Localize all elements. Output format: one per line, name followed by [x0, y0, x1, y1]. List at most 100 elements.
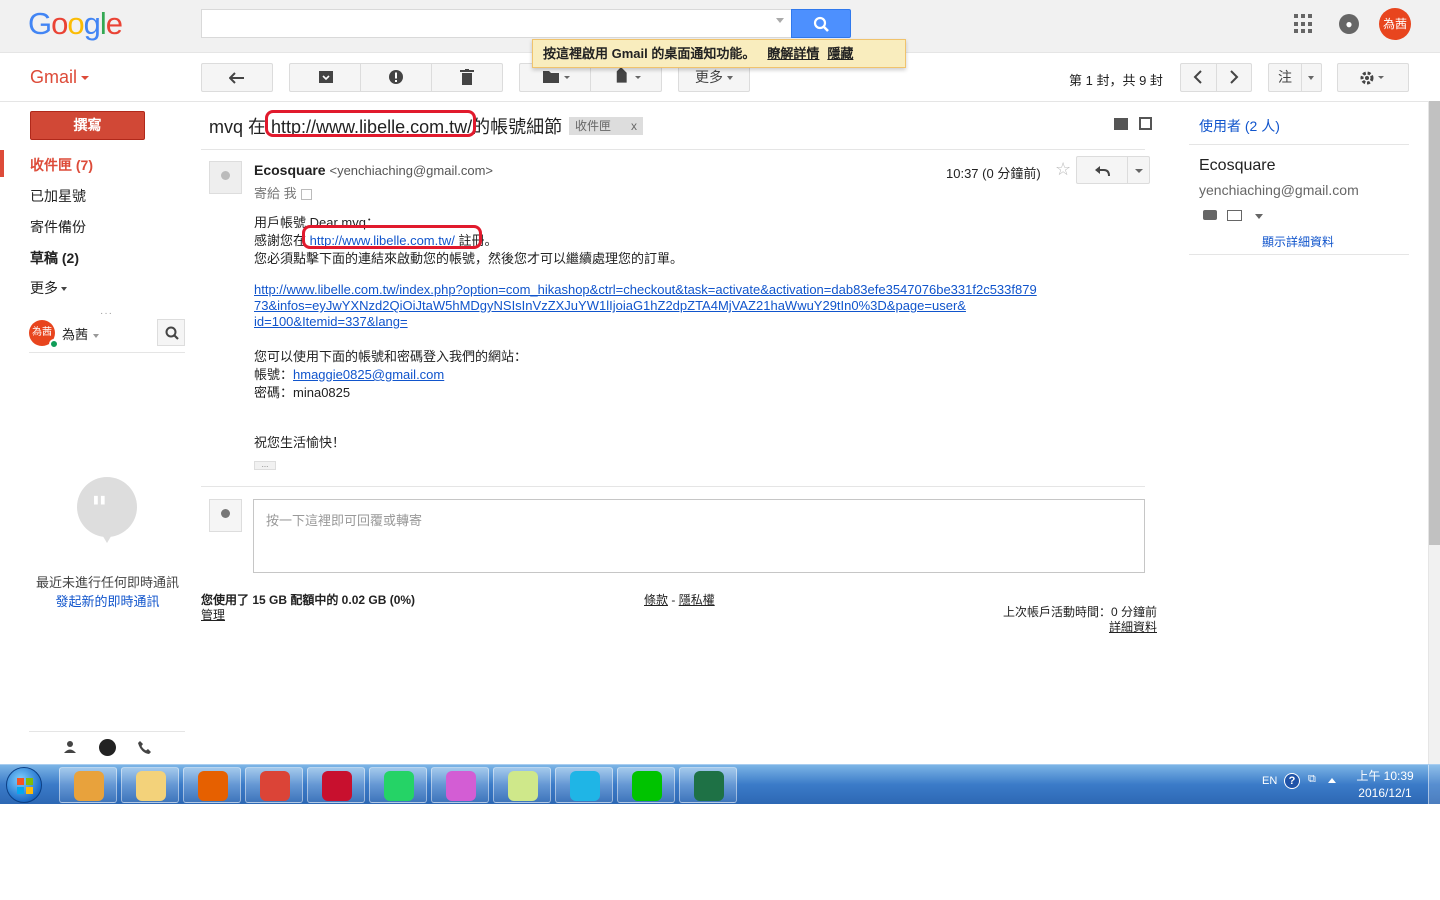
- desktop-notification-banner: 按這裡啟用 Gmail 的桌面通知功能。 瞭解詳情 隱藏: [532, 39, 906, 68]
- hangouts-search-button[interactable]: [157, 319, 185, 346]
- chevron-down-icon[interactable]: [1255, 214, 1263, 219]
- taskbar-file-explorer[interactable]: [121, 767, 179, 803]
- phone-tab-icon[interactable]: [137, 740, 152, 758]
- reply-button[interactable]: [1076, 156, 1128, 184]
- remove-label-icon[interactable]: x: [631, 119, 637, 133]
- language-indicator[interactable]: EN: [1262, 775, 1277, 787]
- show-details-icon[interactable]: [300, 189, 312, 201]
- gear-icon: [1360, 71, 1384, 85]
- taskbar-excel[interactable]: [679, 767, 737, 803]
- learn-more-link[interactable]: 瞭解詳情: [767, 46, 819, 61]
- folder-icon: [543, 71, 570, 83]
- new-window-icon[interactable]: [1139, 117, 1152, 130]
- contact-email: yenchiaching@gmail.com: [1199, 182, 1359, 198]
- scrollbar-thumb[interactable]: [1429, 101, 1440, 545]
- reply-input[interactable]: 按一下這裡即可回覆或轉寄: [253, 499, 1145, 573]
- manage-storage-link[interactable]: 管理: [201, 606, 225, 623]
- chrome-icon: [260, 771, 290, 801]
- back-button[interactable]: [201, 63, 273, 92]
- activity-details-link[interactable]: 詳細資料: [960, 618, 1157, 635]
- taskbar-sticky-notes[interactable]: [493, 767, 551, 803]
- whatsapp-icon: [384, 771, 414, 801]
- report-spam-icon[interactable]: [388, 69, 404, 85]
- network-icon[interactable]: ⧉: [1308, 773, 1316, 786]
- chevron-down-icon: [81, 76, 90, 81]
- line-icon: [632, 771, 662, 801]
- mail-icon[interactable]: [1227, 210, 1242, 221]
- search-input[interactable]: [201, 9, 792, 38]
- message-more-button[interactable]: [1127, 156, 1150, 184]
- show-details-link[interactable]: 顯示詳細資料: [1262, 233, 1334, 250]
- activation-link-line-1[interactable]: http://www.libelle.com.tw/index.php?opti…: [254, 282, 1037, 297]
- print-icon[interactable]: [1114, 118, 1128, 130]
- older-button[interactable]: [1229, 69, 1239, 88]
- page-count: 第 1 封，共 9 封: [1069, 73, 1163, 88]
- start-new-chat-link[interactable]: 發起新的即時通訊: [20, 591, 195, 610]
- show-desktop-button[interactable]: [1428, 765, 1440, 804]
- firefox-icon: [198, 771, 228, 801]
- taskbar-itunes[interactable]: [431, 767, 489, 803]
- body-account: 帳號：hmaggie0825@gmail.com: [254, 367, 445, 382]
- activation-link-line-2[interactable]: 73&infos=eyJwYXNzd2QiOiJtaW5hMDgyNSIsInV…: [254, 298, 966, 313]
- search-icon: [165, 326, 179, 340]
- sidebar-item-inbox[interactable]: 收件匣 (7): [30, 155, 93, 175]
- account-email-link[interactable]: hmaggie0825@gmail.com: [293, 367, 444, 382]
- taskbar-chrome[interactable]: [245, 767, 303, 803]
- quote-icon: ": [91, 489, 108, 527]
- chevron-left-icon: [1193, 70, 1202, 84]
- hangouts-user-menu[interactable]: 為茜: [62, 324, 100, 343]
- gmail-menu[interactable]: Gmail: [30, 67, 90, 88]
- inbox-label-chip[interactable]: 收件匣 x: [569, 117, 644, 135]
- taskbar-kkbox[interactable]: [555, 767, 613, 803]
- archive-icon[interactable]: [318, 70, 334, 84]
- taskbar-clock[interactable]: 上午 10:39 2016/12/1: [1346, 768, 1424, 802]
- sidebar-item-sent[interactable]: 寄件備份: [30, 217, 86, 237]
- recipient-info: 寄給 我: [254, 183, 312, 202]
- taskbar-line[interactable]: [617, 767, 675, 803]
- hide-banner-link[interactable]: 隱藏: [827, 46, 853, 61]
- footer-links: 條款 - 隱私權: [644, 593, 715, 607]
- sidebar-item-drafts[interactable]: 草稿 (2): [30, 248, 79, 268]
- compose-button[interactable]: 撰寫: [30, 111, 145, 140]
- back-arrow-icon: [228, 72, 244, 85]
- start-button[interactable]: [6, 767, 42, 803]
- sender-info: Ecosquare <yenchiaching@gmail.com>: [254, 162, 493, 178]
- google-logo[interactable]: Google: [28, 6, 123, 42]
- terms-link[interactable]: 條款: [644, 593, 668, 607]
- taskbar-firefox[interactable]: [183, 767, 241, 803]
- notifications-icon[interactable]: ●: [1339, 14, 1359, 34]
- apps-grid-icon[interactable]: [1294, 14, 1314, 34]
- sidebar-item-more[interactable]: 更多: [30, 278, 67, 298]
- labels-button[interactable]: [612, 67, 646, 89]
- privacy-link[interactable]: 隱私權: [679, 593, 715, 607]
- control-panel-icon: [74, 771, 104, 801]
- itunes-icon: [446, 771, 476, 801]
- people-header[interactable]: 使用者 (2 人): [1199, 116, 1280, 136]
- taskbar-control-panel[interactable]: [59, 767, 117, 803]
- help-icon[interactable]: ?: [1284, 773, 1300, 789]
- online-status-dot: [49, 339, 59, 349]
- input-tools-button[interactable]: 注: [1268, 63, 1322, 92]
- contact-name: Ecosquare: [1199, 157, 1276, 174]
- sidebar-item-starred[interactable]: 已加星號: [30, 186, 86, 206]
- show-hidden-icons[interactable]: [1328, 778, 1336, 783]
- chevron-down-icon: [1308, 76, 1314, 80]
- chat-icon[interactable]: [1203, 210, 1217, 220]
- hangouts-tab-icon[interactable]: [99, 739, 116, 756]
- enable-notifications-link[interactable]: 按這裡啟用 Gmail 的桌面通知功能。: [543, 46, 755, 61]
- search-button[interactable]: [791, 9, 851, 38]
- account-avatar[interactable]: 為茜: [1379, 8, 1411, 40]
- taskbar-duke[interactable]: [307, 767, 365, 803]
- body-instructions: 您必須點擊下面的連結來啟動您的帳號，然後您才可以繼續處理您的訂單。: [254, 251, 684, 266]
- star-icon[interactable]: ☆: [1055, 159, 1071, 180]
- move-to-button[interactable]: [542, 69, 572, 88]
- contacts-tab-icon[interactable]: [63, 740, 77, 757]
- delete-icon[interactable]: [460, 69, 474, 85]
- search-options-icon[interactable]: [776, 18, 784, 23]
- activation-link-line-3[interactable]: id=100&Itemid=337&lang=: [254, 314, 408, 329]
- newer-button[interactable]: [1193, 69, 1203, 88]
- settings-button[interactable]: [1337, 63, 1409, 92]
- kkbox-icon: [570, 771, 600, 801]
- show-trimmed-content-button[interactable]: ...: [254, 461, 276, 470]
- taskbar-whatsapp[interactable]: [369, 767, 427, 803]
